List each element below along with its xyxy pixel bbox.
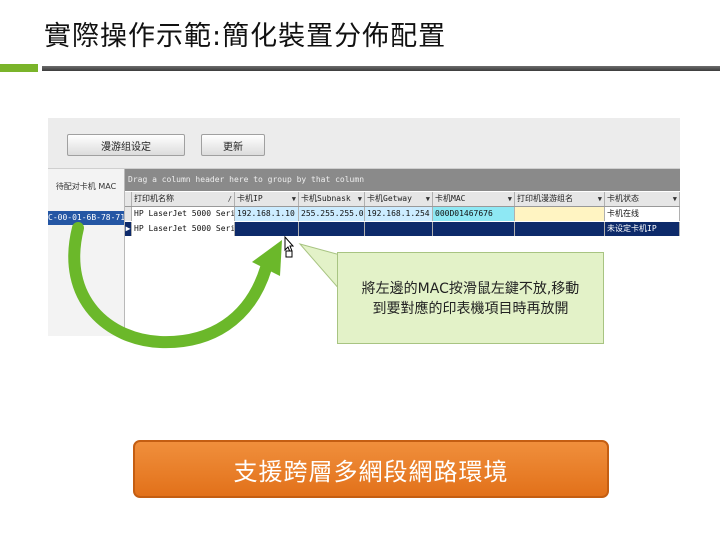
- table-cell[interactable]: [515, 207, 605, 221]
- accent-bar-green: [0, 64, 38, 72]
- feature-banner: 支援跨層多網段網路環境: [133, 440, 609, 498]
- callout-line-1: 將左邊的MAC按滑鼠左鍵不放,移動: [361, 281, 580, 297]
- table-cell[interactable]: 192.168.1.10: [235, 207, 299, 221]
- mac-list-header: 待配对卡机 MAC: [55, 182, 117, 191]
- grid-header-row: 打印机名称 / 卡机IP ▼ 卡机Subnask ▼ 卡机Getway ▼ 卡机MAC ▼…: [125, 192, 680, 207]
- sort-asc-icon[interactable]: /: [228, 192, 232, 206]
- roaming-group-settings-button[interactable]: 漫游组设定: [67, 134, 185, 156]
- table-cell[interactable]: [235, 222, 299, 236]
- mac-list-item-selected[interactable]: C-00-01-6B-78-71: [48, 211, 124, 225]
- dropdown-icon[interactable]: ▼: [598, 192, 602, 206]
- unpaired-mac-list: 待配对卡机 MAC C-00-01-6B-78-71: [48, 169, 125, 336]
- column-header[interactable]: 卡机MAC ▼: [433, 192, 515, 206]
- column-header[interactable]: 打印机名称 /: [132, 192, 235, 206]
- table-cell[interactable]: 255.255.255.0: [299, 207, 365, 221]
- instruction-callout: 將左邊的MAC按滑鼠左鍵不放,移動 到要對應的印表機項目時再放開: [337, 252, 604, 344]
- slide-title: 實際操作示範:簡化裝置分佈配置: [44, 21, 447, 52]
- toolbar: 漫游组设定 更新: [48, 118, 680, 169]
- column-header[interactable]: 打印机漫游组名 ▼: [515, 192, 605, 206]
- current-row-icon: ▶: [125, 222, 132, 236]
- dropdown-icon[interactable]: ▼: [508, 192, 512, 206]
- column-header[interactable]: 卡机Getway ▼: [365, 192, 433, 206]
- table-cell[interactable]: 192.168.1.254: [365, 207, 433, 221]
- table-cell[interactable]: HP LaserJet 5000 Series PC: [132, 207, 235, 221]
- table-row[interactable]: ▶ HP LaserJet 5000 Series PC 未设定卡机IP: [125, 222, 680, 236]
- table-row[interactable]: HP LaserJet 5000 Series PC 192.168.1.10 …: [125, 207, 680, 221]
- column-header[interactable]: 卡机Subnask ▼: [299, 192, 365, 206]
- mouse-cursor-icon: [284, 236, 294, 258]
- table-cell[interactable]: [365, 222, 433, 236]
- table-cell[interactable]: [515, 222, 605, 236]
- table-cell[interactable]: 卡机在线: [605, 207, 680, 221]
- accent-bar-dark: [42, 66, 720, 71]
- refresh-button[interactable]: 更新: [201, 134, 265, 156]
- dropdown-icon[interactable]: ▼: [673, 192, 677, 206]
- dropdown-icon[interactable]: ▼: [426, 192, 430, 206]
- table-cell[interactable]: [433, 222, 515, 236]
- table-cell[interactable]: [299, 222, 365, 236]
- row-indicator-header: [125, 192, 132, 206]
- dropdown-icon[interactable]: ▼: [358, 192, 362, 206]
- row-indicator: [125, 207, 132, 221]
- table-cell[interactable]: 未设定卡机IP: [605, 222, 680, 236]
- table-cell[interactable]: 000D01467676: [433, 207, 515, 221]
- group-by-hint[interactable]: Drag a column header here to group by th…: [125, 169, 680, 191]
- column-header[interactable]: 卡机状态 ▼: [605, 192, 680, 206]
- table-cell[interactable]: HP LaserJet 5000 Series PC: [132, 222, 235, 236]
- column-header[interactable]: 卡机IP ▼: [235, 192, 299, 206]
- dropdown-icon[interactable]: ▼: [292, 192, 296, 206]
- callout-line-2: 到要對應的印表機項目時再放開: [372, 301, 569, 317]
